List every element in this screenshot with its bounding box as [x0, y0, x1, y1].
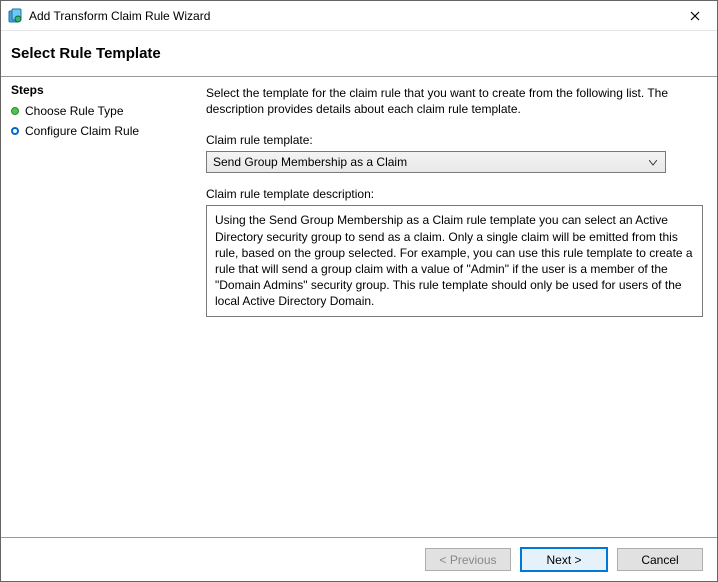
chevron-down-icon	[645, 155, 661, 169]
step-bullet-icon	[11, 107, 19, 115]
previous-button: < Previous	[425, 548, 511, 571]
page-heading: Select Rule Template	[11, 45, 707, 62]
step-label: Configure Claim Rule	[25, 124, 139, 138]
window-title: Add Transform Claim Rule Wizard	[29, 9, 673, 23]
wizard-footer: < Previous Next > Cancel	[1, 537, 717, 581]
step-configure-claim-rule[interactable]: Configure Claim Rule	[11, 121, 186, 141]
wizard-body: Steps Choose Rule Type Configure Claim R…	[1, 77, 717, 537]
wizard-main: Select the template for the claim rule t…	[196, 77, 717, 537]
wizard-header: Select Rule Template	[1, 31, 717, 77]
next-button[interactable]: Next >	[521, 548, 607, 571]
cancel-button[interactable]: Cancel	[617, 548, 703, 571]
step-bullet-icon	[11, 127, 19, 135]
titlebar: Add Transform Claim Rule Wizard	[1, 1, 717, 31]
close-button[interactable]	[673, 1, 717, 31]
steps-title: Steps	[11, 83, 186, 97]
step-choose-rule-type[interactable]: Choose Rule Type	[11, 101, 186, 121]
description-label: Claim rule template description:	[206, 187, 703, 201]
template-selected-value: Send Group Membership as a Claim	[213, 155, 645, 169]
step-label: Choose Rule Type	[25, 104, 124, 118]
claim-rule-template-select[interactable]: Send Group Membership as a Claim	[206, 151, 666, 173]
intro-text: Select the template for the claim rule t…	[206, 85, 703, 117]
wizard-window: Add Transform Claim Rule Wizard Select R…	[0, 0, 718, 582]
template-description: Using the Send Group Membership as a Cla…	[206, 205, 703, 316]
steps-sidebar: Steps Choose Rule Type Configure Claim R…	[1, 77, 196, 537]
template-label: Claim rule template:	[206, 133, 703, 147]
app-icon	[7, 8, 23, 24]
